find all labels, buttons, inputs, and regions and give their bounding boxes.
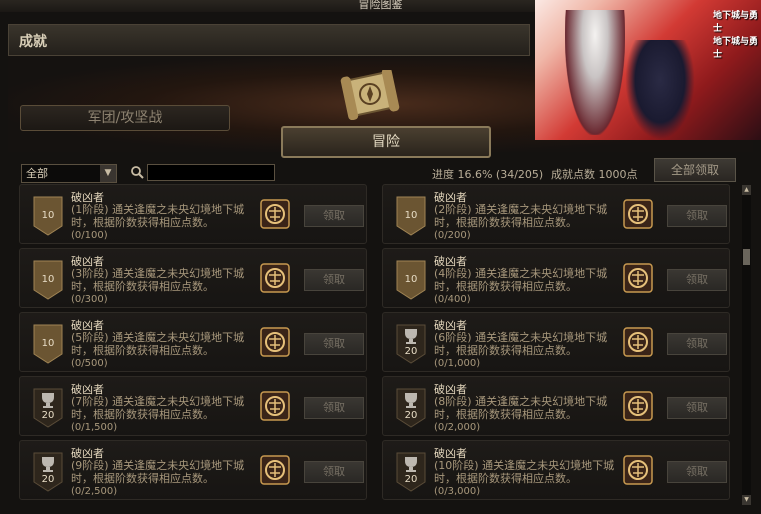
achievement-progress: (0/1,500) <box>71 422 118 433</box>
achievement-card: 20 破凶者 (9阶段) 通关逢魔之未央幻境地下城时，根据阶数获得相应点数。 (… <box>19 440 367 500</box>
claim-button[interactable]: 领取 <box>667 461 727 483</box>
section-header: 成就 <box>8 24 530 56</box>
achievement-points: 20 <box>404 410 418 421</box>
vertical-scrollbar[interactable]: ▲ ▼ <box>742 185 751 505</box>
character-figure <box>625 40 695 140</box>
scroll-thumb[interactable] <box>743 249 750 265</box>
scroll-down-icon[interactable]: ▼ <box>742 495 751 505</box>
reward-emblem-icon[interactable] <box>623 327 653 357</box>
achievement-progress: (0/400) <box>434 294 471 305</box>
achievement-progress: (0/300) <box>71 294 108 305</box>
search-input[interactable] <box>147 164 275 181</box>
achievement-points: 20 <box>41 410 55 421</box>
claim-all-button[interactable]: 全部领取 <box>654 158 736 182</box>
claim-button[interactable]: 领取 <box>667 397 727 419</box>
claim-button[interactable]: 领取 <box>304 269 364 291</box>
tab-legion-raid[interactable]: 军团/攻坚战 <box>20 105 230 131</box>
trophy-icon: 20 <box>33 452 63 492</box>
badge-bronze-icon: 10 <box>33 196 63 236</box>
achievement-progress: (0/1,000) <box>434 358 481 369</box>
badge-bronze-icon: 10 <box>33 324 63 364</box>
achievement-points-text: 成就点数 1000点 <box>551 168 638 181</box>
reward-emblem-icon[interactable] <box>260 327 290 357</box>
reward-emblem-icon[interactable] <box>260 455 290 485</box>
character-figure <box>565 10 625 135</box>
game-logo: 地下城与勇士 <box>713 11 759 34</box>
claim-button[interactable]: 领取 <box>667 205 727 227</box>
achievement-card: 10 破凶者 (4阶段) 通关逢魔之未央幻境地下城时，根据阶数获得相应点数。 (… <box>382 248 730 308</box>
tab-adventure[interactable]: 冒险 <box>281 126 491 158</box>
trophy-icon: 20 <box>396 388 426 428</box>
game-logo: 地下城与勇士 <box>713 37 759 60</box>
chevron-down-icon[interactable]: ▼ <box>100 165 116 182</box>
achievement-progress: (0/500) <box>71 358 108 369</box>
claim-button[interactable]: 领取 <box>304 461 364 483</box>
badge-bronze-icon: 10 <box>396 260 426 300</box>
claim-button[interactable]: 领取 <box>304 205 364 227</box>
achievement-card: 20 破凶者 (10阶段) 通关逢魔之未央幻境地下城时，根据阶数获得相应点数。 … <box>382 440 730 500</box>
section-title: 成就 <box>19 34 47 50</box>
claim-button[interactable]: 领取 <box>304 333 364 355</box>
achievement-card: 10 破凶者 (5阶段) 通关逢魔之未央幻境地下城时，根据阶数获得相应点数。 (… <box>19 312 367 372</box>
claim-button[interactable]: 领取 <box>667 269 727 291</box>
trophy-icon: 20 <box>33 388 63 428</box>
achievement-description: (6阶段) 通关逢魔之未央幻境地下城时，根据阶数获得相应点数。 <box>434 331 608 357</box>
achievement-description: (3阶段) 通关逢魔之未央幻境地下城时，根据阶数获得相应点数。 <box>71 267 245 293</box>
achievement-description: (7阶段) 通关逢魔之未央幻境地下城时，根据阶数获得相应点数。 <box>71 395 245 421</box>
scroll-compass-icon <box>340 70 400 120</box>
reward-emblem-icon[interactable] <box>623 455 653 485</box>
game-banner-image[interactable]: 地下城与勇士 地下城与勇士 <box>535 0 761 140</box>
achievement-description: (1阶段) 通关逢魔之未央幻境地下城时，根据阶数获得相应点数。 <box>71 203 245 229</box>
achievement-progress: (0/2,500) <box>71 486 118 497</box>
achievement-card: 20 破凶者 (7阶段) 通关逢魔之未央幻境地下城时，根据阶数获得相应点数。 (… <box>19 376 367 436</box>
achievement-description: (4阶段) 通关逢魔之未央幻境地下城时，根据阶数获得相应点数。 <box>434 267 608 293</box>
achievement-points: 10 <box>41 274 55 285</box>
achievement-card: 10 破凶者 (2阶段) 通关逢魔之未央幻境地下城时，根据阶数获得相应点数。 (… <box>382 184 730 244</box>
achievement-description: (2阶段) 通关逢魔之未央幻境地下城时，根据阶数获得相应点数。 <box>434 203 608 229</box>
progress-text: 进度 16.6% (34/205) <box>432 168 544 181</box>
filter-selected-value: 全部 <box>26 167 48 180</box>
achievement-description: (9阶段) 通关逢魔之未央幻境地下城时，根据阶数获得相应点数。 <box>71 459 245 485</box>
search-icon <box>131 166 144 179</box>
achievement-list: 10 破凶者 (1阶段) 通关逢魔之未央幻境地下城时，根据阶数获得相应点数。 (… <box>19 184 739 506</box>
achievement-card: 10 破凶者 (3阶段) 通关逢魔之未央幻境地下城时，根据阶数获得相应点数。 (… <box>19 248 367 308</box>
badge-bronze-icon: 10 <box>396 196 426 236</box>
achievement-progress: (0/2,000) <box>434 422 481 433</box>
badge-bronze-icon: 10 <box>33 260 63 300</box>
achievement-card: 10 破凶者 (1阶段) 通关逢魔之未央幻境地下城时，根据阶数获得相应点数。 (… <box>19 184 367 244</box>
category-filter-select[interactable]: 全部 ▼ <box>21 164 117 183</box>
achievement-points: 10 <box>41 338 55 349</box>
achievement-description: (5阶段) 通关逢魔之未央幻境地下城时，根据阶数获得相应点数。 <box>71 331 245 357</box>
claim-button[interactable]: 领取 <box>304 397 364 419</box>
achievement-points: 10 <box>404 274 418 285</box>
achievement-progress: (0/200) <box>434 230 471 241</box>
achievement-card: 20 破凶者 (6阶段) 通关逢魔之未央幻境地下城时，根据阶数获得相应点数。 (… <box>382 312 730 372</box>
achievement-points: 20 <box>41 474 55 485</box>
achievement-description: (10阶段) 通关逢魔之未央幻境地下城时，根据阶数获得相应点数。 <box>434 459 615 485</box>
reward-emblem-icon[interactable] <box>623 263 653 293</box>
reward-emblem-icon[interactable] <box>260 263 290 293</box>
trophy-icon: 20 <box>396 324 426 364</box>
achievement-points: 10 <box>404 210 418 221</box>
achievement-progress: (0/3,000) <box>434 486 481 497</box>
reward-emblem-icon[interactable] <box>260 199 290 229</box>
scroll-up-icon[interactable]: ▲ <box>742 185 751 195</box>
achievement-progress: (0/100) <box>71 230 108 241</box>
achievement-description: (8阶段) 通关逢魔之未央幻境地下城时，根据阶数获得相应点数。 <box>434 395 608 421</box>
achievement-points: 20 <box>404 346 418 357</box>
reward-emblem-icon[interactable] <box>623 391 653 421</box>
trophy-icon: 20 <box>396 452 426 492</box>
achievement-points: 10 <box>41 210 55 221</box>
achievement-points: 20 <box>404 474 418 485</box>
achievement-card: 20 破凶者 (8阶段) 通关逢魔之未央幻境地下城时，根据阶数获得相应点数。 (… <box>382 376 730 436</box>
reward-emblem-icon[interactable] <box>260 391 290 421</box>
claim-button[interactable]: 领取 <box>667 333 727 355</box>
reward-emblem-icon[interactable] <box>623 199 653 229</box>
